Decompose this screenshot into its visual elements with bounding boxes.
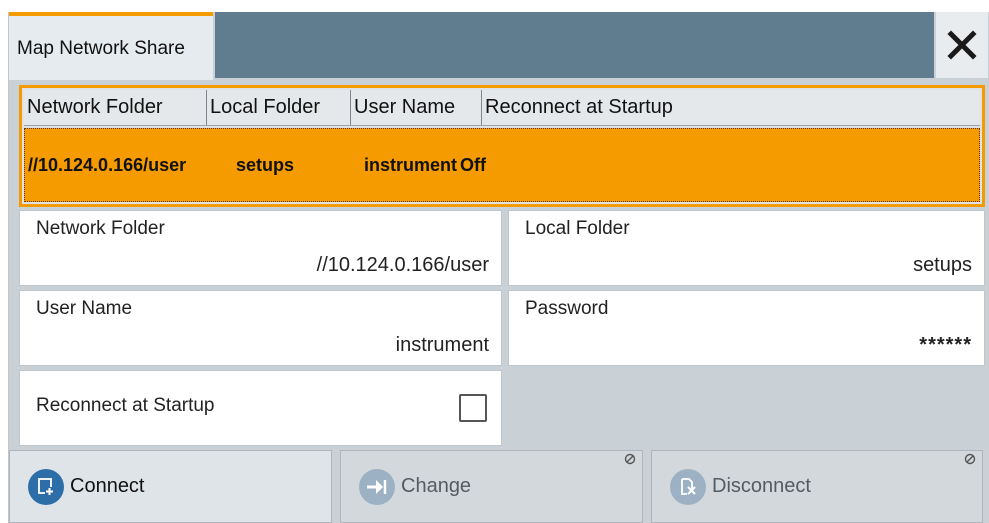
- row-network-folder: //10.124.0.166/user: [28, 154, 187, 175]
- close-icon: [947, 30, 977, 60]
- connect-button[interactable]: Connect: [9, 450, 332, 523]
- disconnect-label: Disconnect: [712, 475, 811, 497]
- local-folder-label: Local Folder: [525, 218, 630, 239]
- network-folder-label: Network Folder: [36, 218, 165, 239]
- local-folder-value: setups: [913, 254, 972, 276]
- reconnect-checkbox[interactable]: [459, 394, 487, 422]
- network-folder-value: //10.124.0.166/user: [316, 254, 489, 276]
- list-header: Network Folder Local Folder User Name Re…: [24, 90, 980, 126]
- disabled-icon: [964, 453, 976, 465]
- disabled-icon: [624, 453, 636, 465]
- user-name-field[interactable]: User Name instrument: [19, 290, 502, 366]
- column-header-network-folder[interactable]: Network Folder: [24, 90, 207, 125]
- network-folder-field[interactable]: Network Folder //10.124.0.166/user: [19, 210, 502, 286]
- change-button[interactable]: Change: [340, 450, 643, 523]
- table-row[interactable]: //10.124.0.166/user setups instrument Of…: [24, 128, 980, 202]
- reconnect-at-startup-field[interactable]: Reconnect at Startup: [19, 370, 502, 446]
- row-local-folder: setups: [236, 154, 295, 175]
- connect-label: Connect: [70, 475, 145, 497]
- network-share-list[interactable]: Network Folder Local Folder User Name Re…: [19, 85, 985, 207]
- password-label: Password: [525, 298, 609, 319]
- column-header-local-folder[interactable]: Local Folder: [207, 90, 351, 125]
- column-header-user-name[interactable]: User Name: [351, 90, 482, 125]
- connect-icon: [28, 468, 64, 505]
- user-name-value: instrument: [395, 334, 489, 356]
- disconnect-button[interactable]: Disconnect: [651, 450, 983, 523]
- row-user-name: instrument: [364, 154, 458, 175]
- dialog-tab: Map Network Share: [9, 12, 213, 80]
- row-reconnect: Off: [460, 154, 486, 175]
- map-network-share-dialog: Map Network Share Network Folder Local F…: [8, 12, 989, 523]
- change-label: Change: [401, 475, 472, 497]
- reconnect-label: Reconnect at Startup: [36, 395, 215, 416]
- user-name-label: User Name: [36, 298, 133, 319]
- dialog-titlebar: [215, 12, 934, 78]
- change-arrow-icon: [359, 468, 395, 505]
- password-value: ******: [919, 334, 972, 356]
- column-header-reconnect[interactable]: Reconnect at Startup: [482, 90, 980, 125]
- disconnect-icon: [670, 468, 706, 505]
- close-button[interactable]: [936, 12, 988, 78]
- local-folder-field[interactable]: Local Folder setups: [508, 210, 985, 286]
- password-field[interactable]: Password ******: [508, 290, 985, 366]
- dialog-title: Map Network Share: [17, 38, 185, 59]
